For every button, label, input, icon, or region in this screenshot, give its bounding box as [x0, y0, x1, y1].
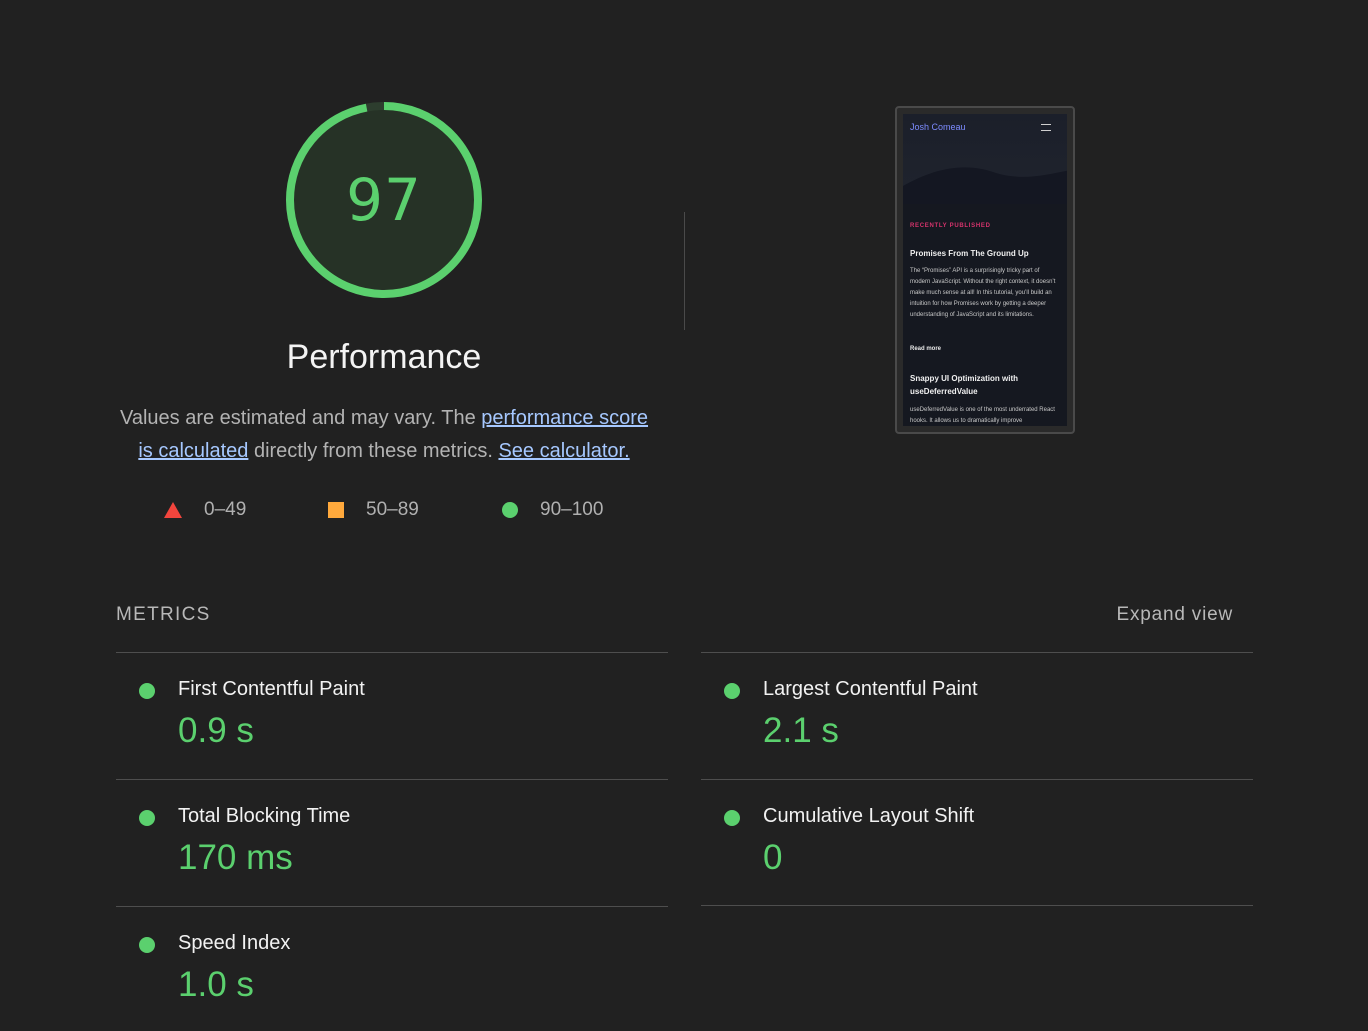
description-text-2: directly from these metrics. — [248, 440, 499, 462]
screenshot-logo: Josh Comeau — [910, 122, 966, 132]
pass-circle-icon — [139, 810, 155, 826]
performance-description: Values are estimated and may vary. The p… — [110, 402, 658, 468]
category-title: Performance — [286, 338, 482, 376]
metric-cumulative-layout-shift: Cumulative Layout Shift 0 — [701, 779, 1253, 906]
final-screenshot[interactable]: Josh Comeau RECENTLY PUBLISHED Promises … — [895, 106, 1075, 434]
legend-range-pass: 90–100 — [540, 499, 604, 520]
lighthouse-report: 97 Performance Values are estimated and … — [0, 0, 1368, 1031]
pass-circle-icon — [724, 810, 740, 826]
expand-view-toggle[interactable]: Expand view — [1116, 604, 1233, 626]
triangle-icon — [164, 502, 182, 518]
legend-item-fail: 0–49 — [164, 496, 246, 524]
description-text-1: Values are estimated and may vary. The — [119, 407, 482, 429]
metric-title: Cumulative Layout Shift — [763, 805, 975, 827]
metric-value: 2.1 s — [763, 711, 839, 750]
metric-title: Largest Contentful Paint — [763, 678, 978, 700]
pass-circle-icon — [139, 937, 155, 953]
metric-title: First Contentful Paint — [178, 678, 365, 700]
screenshot-post2-excerpt: useDeferredValue is one of the most unde… — [910, 407, 1055, 424]
pass-circle-icon — [139, 683, 155, 699]
legend-range-fail: 0–49 — [204, 499, 247, 520]
legend-item-average: 50–89 — [328, 496, 419, 524]
vertical-divider — [684, 212, 685, 330]
screenshot-read-more: Read more — [910, 346, 942, 352]
metric-title: Speed Index — [178, 932, 291, 954]
circle-icon — [502, 502, 518, 518]
square-icon — [328, 502, 344, 518]
screenshot-section-label: RECENTLY PUBLISHED — [910, 223, 991, 229]
performance-gauge[interactable]: 97 — [284, 100, 484, 300]
screenshot-post1-excerpt: The “Promises” API is a surprisingly tri… — [910, 268, 1056, 318]
performance-score: 97 — [346, 166, 422, 234]
metric-total-blocking-time: Total Blocking Time 170 ms — [116, 779, 668, 906]
pass-circle-icon — [724, 683, 740, 699]
legend-range-average: 50–89 — [366, 499, 419, 520]
metric-value: 0.9 s — [178, 711, 254, 750]
metric-title: Total Blocking Time — [178, 805, 351, 827]
legend-item-pass: 90–100 — [502, 496, 603, 524]
screenshot-post1-title: Promises From The Ground Up — [910, 249, 1029, 258]
hamburger-menu-icon — [1041, 124, 1051, 131]
metric-value: 0 — [763, 838, 783, 877]
metric-first-contentful-paint: First Contentful Paint 0.9 s — [116, 652, 668, 779]
see-calculator-link[interactable]: See calculator. — [498, 440, 629, 462]
metric-value: 1.0 s — [178, 965, 254, 1004]
screenshot-page: Josh Comeau RECENTLY PUBLISHED Promises … — [903, 114, 1067, 426]
score-scale-legend: 0–49 50–89 90–100 — [0, 496, 768, 524]
metric-speed-index: Speed Index 1.0 s — [116, 906, 668, 1031]
screenshot-post2-title: Snappy UI Optimization with useDeferredV… — [910, 374, 1018, 396]
metric-largest-contentful-paint: Largest Contentful Paint 2.1 s — [701, 652, 1253, 779]
metric-value: 170 ms — [178, 838, 293, 877]
screenshot-hero: Josh Comeau — [903, 114, 1067, 204]
metrics-header: METRICS — [116, 604, 211, 625]
metrics-divider — [701, 905, 1253, 906]
